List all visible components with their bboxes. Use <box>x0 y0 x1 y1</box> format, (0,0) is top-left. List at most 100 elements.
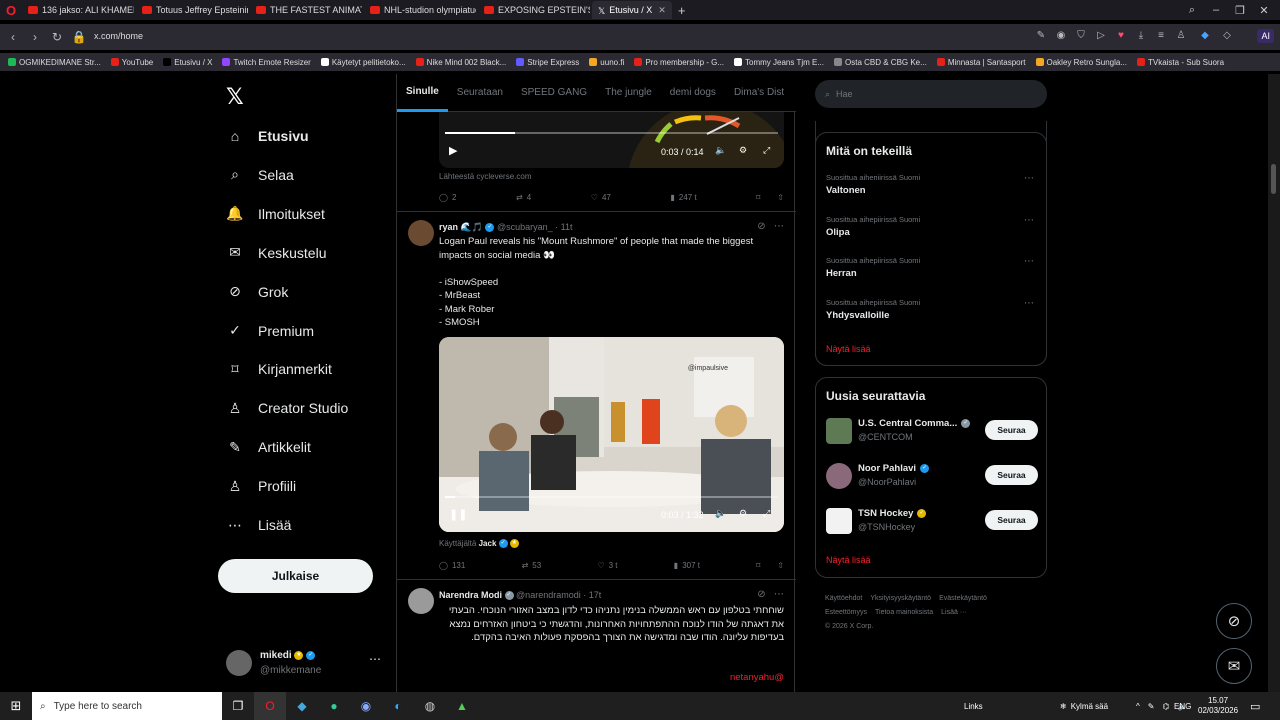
bookmark-item[interactable]: Käytetyt pelitietoko... <box>320 58 406 67</box>
taskbar-search-input[interactable]: ⌕ Type here to search <box>32 692 222 720</box>
nav-item-profile[interactable]: ♙ Profiili <box>226 473 296 499</box>
feed-tab[interactable]: SPEED GANG <box>512 74 596 112</box>
url-field[interactable]: x.com/home <box>94 31 143 41</box>
back-icon[interactable]: ‹ <box>2 30 24 44</box>
edit-icon[interactable]: ✎ <box>1034 30 1048 44</box>
opera-logo-icon[interactable]: O <box>0 0 22 20</box>
post-time[interactable]: · 17t <box>583 590 601 600</box>
x-logo-icon[interactable]: 𝕏 <box>226 84 244 110</box>
app-icon[interactable]: ◍ <box>414 692 446 720</box>
close-icon[interactable]: ✕ <box>658 5 666 16</box>
bookmark-item[interactable]: Etusivu / X <box>163 58 212 67</box>
bookmark-item[interactable]: Osta CBD & CBG Ke... <box>834 58 927 67</box>
feed-tab[interactable]: demi dogs <box>661 74 725 112</box>
more-icon[interactable]: ⋯ <box>369 652 381 666</box>
avatar[interactable] <box>408 220 434 246</box>
author-name[interactable]: ryan <box>439 222 458 232</box>
maximize-icon[interactable]: ❐ <box>1228 0 1252 20</box>
nav-item-grok[interactable]: ⊘ Grok <box>226 279 288 305</box>
discord-icon[interactable]: ◉ <box>350 692 382 720</box>
task-view-icon[interactable]: ❐ <box>222 692 254 720</box>
nav-item-premium[interactable]: ✓ Premium <box>226 318 314 344</box>
links-toolbar[interactable]: Links <box>964 692 983 720</box>
feed-tab[interactable]: Sinulle <box>397 74 448 112</box>
views-button[interactable]: ▮ 247 t <box>670 193 696 202</box>
follow-suggestion[interactable]: Noor Pahlavi ✓ @NoorPahlavi Seuraa <box>826 463 1038 493</box>
post-button[interactable]: Julkaise <box>218 559 373 593</box>
new-tab-button[interactable]: + <box>678 3 686 18</box>
show-more-link[interactable]: Näytä lisää <box>826 555 871 565</box>
pen-icon[interactable]: ✎ <box>1148 702 1155 711</box>
close-icon[interactable]: ✕ <box>1252 0 1276 20</box>
mention-link[interactable]: @netanyahu <box>439 671 784 685</box>
network-icon[interactable]: ⌬ <box>1162 702 1169 711</box>
video-progress[interactable] <box>445 496 778 498</box>
browser-tab[interactable]: NHL-studion olympiatuo <box>364 1 476 19</box>
follow-button[interactable]: Seuraa <box>985 420 1038 440</box>
author-handle[interactable]: @narendramodi <box>516 590 581 600</box>
bookmark-item[interactable]: Oakley Retro Sungla... <box>1035 58 1127 67</box>
follow-button[interactable]: Seuraa <box>985 510 1038 530</box>
heart-icon[interactable]: ♥ <box>1114 30 1128 44</box>
search-input[interactable]: ⌕ Hae <box>815 80 1047 108</box>
follow-suggestion[interactable]: TSN Hockey ✓ @TSNHockey Seuraa <box>826 508 1038 538</box>
play-icon[interactable]: ▷ <box>1094 30 1108 44</box>
trend-item[interactable]: Suosittua aihepiirissä Suomi Herran ⋯ <box>826 256 1038 286</box>
trend-item[interactable]: Suosittua aihepiirissä Suomi Yhdysvalloil… <box>826 298 1038 328</box>
reload-icon[interactable]: ↻ <box>46 30 68 44</box>
account-icon[interactable]: ♙ <box>1174 30 1188 44</box>
nav-item-more[interactable]: ⋯ Lisää <box>226 512 291 538</box>
bookmark-item[interactable]: YouTube <box>110 58 153 67</box>
footer-link[interactable]: Lisää ··· <box>941 609 967 616</box>
shield-icon[interactable]: ⛉ <box>1074 30 1088 44</box>
download-icon[interactable]: ⤓ <box>1134 30 1148 44</box>
browser-tab[interactable]: 136 jakso: ALI KHAMENEI <box>22 1 134 19</box>
footer-link[interactable]: Esteettömyys <box>825 609 867 616</box>
menu-icon[interactable]: ≡ <box>1154 30 1168 44</box>
more-icon[interactable]: ⋯ <box>774 589 784 600</box>
nav-item-search[interactable]: ⌕ Selaa <box>226 162 294 188</box>
video-source[interactable]: Lähteestä cycleverse.com <box>439 172 532 181</box>
search-icon[interactable]: ⌕ <box>1180 0 1204 20</box>
bookmark-item[interactable]: OGMIKEDIMANE Str... <box>8 58 101 67</box>
like-button[interactable]: ♡ 3 t <box>597 561 617 570</box>
fullscreen-icon[interactable]: ⤢ <box>763 508 770 519</box>
author-name[interactable]: Narendra Modi <box>439 590 502 600</box>
footer-link[interactable]: Käyttöehdot <box>825 595 862 602</box>
nav-item-home[interactable]: ⌂ Etusivu <box>226 123 309 149</box>
footer-link[interactable]: Yksityisyyskäytäntö <box>870 595 931 602</box>
bookmark-item[interactable]: Twitch Emote Resizer <box>222 58 311 67</box>
scrollbar-thumb[interactable] <box>1271 164 1276 194</box>
windows-start-icon[interactable]: ⊞ <box>0 692 32 720</box>
bookmark-item[interactable]: Minnasta | Santasport <box>936 58 1026 67</box>
weather-text[interactable]: Kylmä sää <box>1071 702 1108 711</box>
opera-icon[interactable]: O <box>254 692 286 720</box>
follow-suggestion[interactable]: U.S. Central Comma... ✓ @CENTCOM Seuraa <box>826 418 1038 448</box>
bookmark-icon[interactable]: ⌑ <box>756 561 760 570</box>
feed-tab[interactable]: Dima's Dist <box>725 74 793 112</box>
bookmark-item[interactable]: Pro membership - G... <box>634 58 724 67</box>
repost-button[interactable]: ⇄ 53 <box>522 561 542 570</box>
nav-item-mail[interactable]: ✉ Keskustelu <box>226 240 326 266</box>
avatar[interactable] <box>408 588 434 614</box>
scrollbar[interactable] <box>1268 74 1280 692</box>
mail-icon[interactable]: ✉ <box>1216 648 1252 684</box>
bookmark-item[interactable]: Nike Mind 002 Black... <box>415 58 506 67</box>
trend-item[interactable]: Suosittua aiheпiirissä Suomi Valtonen ⋯ <box>826 173 1038 203</box>
nav-item-bell[interactable]: 🔔 Ilmoitukset <box>226 201 325 227</box>
chevron-up-icon[interactable]: ^ <box>1136 702 1140 711</box>
camera-icon[interactable]: ◉ <box>1054 30 1068 44</box>
reply-button[interactable]: ◯ 2 <box>439 193 456 202</box>
bookmark-item[interactable]: Stripe Express <box>516 58 579 67</box>
volume-icon[interactable]: 🔈 <box>715 508 726 519</box>
edge-icon[interactable]: ◐ <box>382 692 414 720</box>
author-handle[interactable]: @scubaryan_ <box>497 222 553 232</box>
more-icon[interactable]: ⋯ <box>774 221 784 232</box>
bookmark-item[interactable]: TVkaista - Sub Suora <box>1136 58 1224 67</box>
account-switcher[interactable]: mikedi ★ ✓ @mikkemane ⋯ <box>226 648 396 680</box>
weather-icon[interactable]: ❄ <box>1060 702 1067 711</box>
play-icon[interactable]: ▶ <box>449 144 457 157</box>
grok-icon[interactable]: ⊘ <box>757 589 765 600</box>
video-progress[interactable] <box>445 132 778 134</box>
settings-icon[interactable]: ⚙ <box>739 508 747 519</box>
